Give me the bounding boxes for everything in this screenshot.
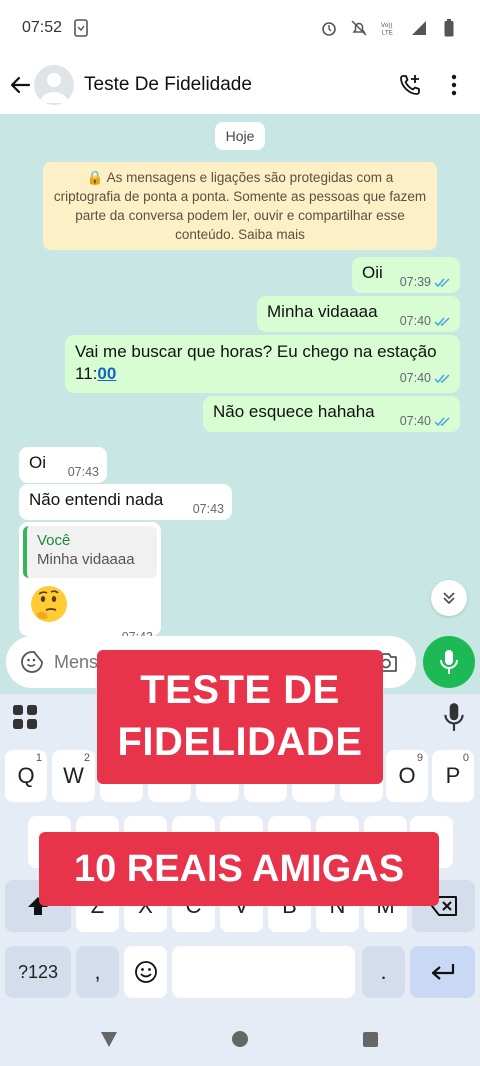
- message-text: Vai me buscar que horas? Eu chego na est…: [75, 342, 437, 383]
- chat-area[interactable]: Hoje 🔒 As mensagens e ligações são prote…: [0, 114, 480, 694]
- message-time: 07:40: [399, 371, 431, 385]
- avatar[interactable]: [34, 65, 74, 105]
- enter-key[interactable]: [410, 946, 475, 998]
- mic-icon: [440, 650, 458, 674]
- message-text: Minha vidaaaa: [267, 302, 378, 321]
- nav-back-icon[interactable]: [100, 1030, 118, 1048]
- period-key[interactable]: .: [362, 946, 405, 998]
- mic-icon[interactable]: [440, 702, 468, 732]
- message-meta: 07:39: [400, 275, 452, 289]
- nav-recents-icon[interactable]: [363, 1032, 378, 1047]
- double-check-icon: [434, 416, 450, 426]
- signal-icon: [410, 19, 428, 37]
- message-meta: 07:43: [68, 465, 99, 479]
- back-arrow-icon[interactable]: [2, 67, 38, 103]
- message-time: 07:39: [399, 275, 431, 289]
- date-label: Hoje: [215, 122, 265, 150]
- message-outgoing[interactable]: Oii 07:39: [352, 257, 460, 293]
- svg-text:Vo)): Vo)): [381, 22, 393, 29]
- message-meta: 07:43: [193, 502, 224, 516]
- emoji-icon: [134, 961, 157, 983]
- message-text: Oii: [362, 263, 383, 282]
- quoted-message[interactable]: Você Minha vidaaaa: [23, 526, 157, 578]
- enter-icon: [431, 964, 454, 980]
- message-incoming-reply[interactable]: Você Minha vidaaaa 07:43: [19, 522, 161, 644]
- scroll-to-bottom-button[interactable]: [431, 580, 467, 616]
- svg-text:LTE: LTE: [382, 29, 393, 36]
- thinking-face-icon: [31, 586, 67, 622]
- grid-apps-icon[interactable]: [12, 704, 38, 730]
- more-vert-icon[interactable]: [434, 65, 474, 105]
- key[interactable]: W2: [52, 750, 95, 802]
- voice-message-button[interactable]: [423, 636, 475, 688]
- quoted-text: Minha vidaaaa: [37, 551, 135, 568]
- volte-icon: Vo)) LTE: [380, 19, 398, 37]
- system-nav-bar: [0, 1010, 480, 1066]
- key[interactable]: O9: [386, 750, 428, 802]
- double-check-icon: [434, 277, 450, 287]
- add-call-icon[interactable]: [390, 65, 430, 105]
- message-outgoing[interactable]: Minha vidaaaa 07:40: [257, 296, 460, 332]
- phone-sync-icon: [72, 19, 90, 37]
- emoji-key[interactable]: [124, 946, 167, 998]
- sticker-icon[interactable]: [12, 642, 52, 682]
- message-text: Oi: [29, 453, 46, 472]
- time-link[interactable]: 00: [97, 364, 116, 383]
- status-bar: 07:52 Vo)) LTE: [0, 0, 480, 56]
- battery-icon: [440, 19, 458, 37]
- message-outgoing[interactable]: Não esquece hahaha 07:40: [203, 396, 460, 432]
- message-time: 07:40: [399, 314, 431, 328]
- mute-icon: [350, 19, 368, 37]
- space-key[interactable]: [172, 946, 355, 998]
- double-check-icon: [434, 373, 450, 383]
- encryption-notice[interactable]: 🔒 As mensagens e ligações são protegidas…: [43, 162, 437, 250]
- message-time: 07:43: [67, 465, 99, 479]
- chat-title[interactable]: Teste De Fidelidade: [84, 74, 252, 96]
- message-incoming[interactable]: Não entendi nada 07:43: [19, 484, 232, 520]
- message-outgoing[interactable]: Vai me buscar que horas? Eu chego na est…: [65, 335, 460, 393]
- message-incoming[interactable]: Oi 07:43: [19, 447, 107, 483]
- double-check-icon: [434, 316, 450, 326]
- comma-key[interactable]: ,: [76, 946, 119, 998]
- message-text: Não esquece hahaha: [213, 402, 375, 421]
- message-meta: 07:40: [400, 367, 452, 389]
- symbols-key[interactable]: ?123: [5, 946, 71, 998]
- quoted-author: Você: [37, 532, 71, 549]
- message-meta: 07:40: [400, 414, 452, 428]
- overlay-banner-subtitle: 10 REAIS AMIGAS: [39, 832, 439, 906]
- nav-home-icon[interactable]: [232, 1031, 248, 1047]
- message-text: Não entendi nada: [29, 490, 164, 509]
- chevrons-down-icon: [443, 592, 455, 605]
- message-time: 07:40: [399, 414, 431, 428]
- key[interactable]: Q1: [5, 750, 47, 802]
- message-time: 07:43: [192, 502, 224, 516]
- chat-header: Teste De Fidelidade: [0, 56, 480, 114]
- overlay-banner-title: TESTE DE FIDELIDADE: [97, 650, 383, 784]
- status-time: 07:52: [22, 19, 63, 36]
- key[interactable]: P0: [432, 750, 474, 802]
- alarm-icon: [320, 19, 338, 37]
- message-meta: 07:40: [400, 314, 452, 328]
